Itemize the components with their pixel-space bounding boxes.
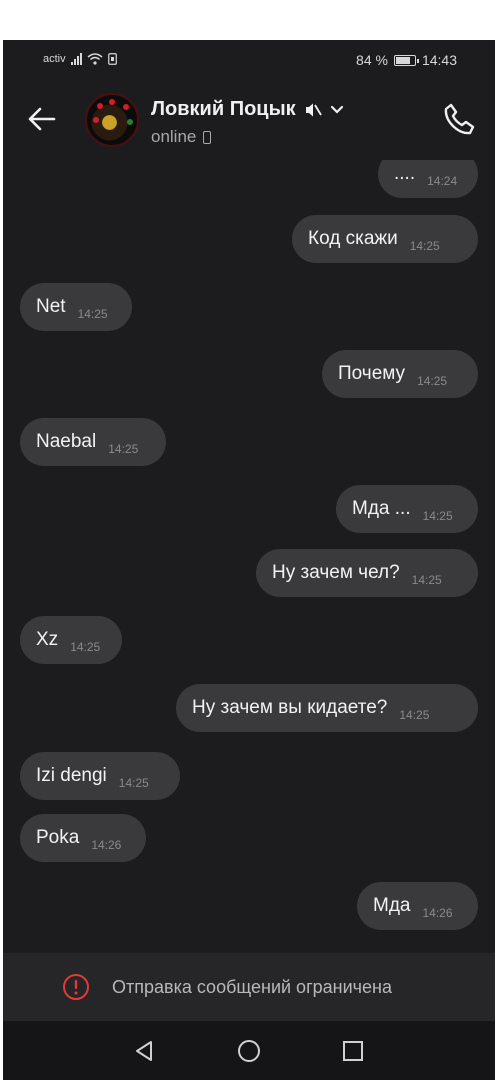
battery-icon — [393, 54, 419, 66]
carrier-label: activ — [43, 53, 66, 65]
incoming-message[interactable]: Naebal 14:25 — [20, 418, 166, 466]
contact-status-row: online — [151, 127, 212, 147]
message-text: Ну зачем вы кидаете? — [192, 697, 388, 718]
back-triangle-icon[interactable] — [131, 1037, 159, 1065]
navigation-bar — [3, 1021, 495, 1080]
message-time: 14:25 — [108, 442, 139, 456]
message-time: 14:25 — [399, 708, 430, 722]
top-white-margin — [0, 0, 498, 40]
sim-icon — [107, 53, 117, 65]
outgoing-message[interactable]: Ну зачем чел? 14:25 — [256, 549, 478, 597]
message-text: Ну зачем чел? — [272, 562, 400, 583]
incoming-message[interactable]: Izi dengi 14:25 — [20, 752, 180, 800]
message-text: Код скажи — [308, 228, 398, 249]
contact-name-row[interactable]: Ловкий Поцык — [151, 98, 344, 121]
chat-header: Ловкий Поцык online — [3, 80, 495, 160]
message-text: Xz — [36, 629, 59, 650]
recents-square-icon[interactable] — [339, 1037, 367, 1065]
status-right: 84 % 14:43 — [356, 52, 457, 68]
message-list[interactable]: .... 14:24 Код скажи 14:25 Net 14:25 Почему 14:… — [3, 160, 495, 953]
incoming-message[interactable]: Net 14:25 — [20, 283, 132, 331]
outgoing-message[interactable]: Мда ... 14:25 — [336, 485, 478, 533]
message-time: 14:25 — [118, 776, 149, 790]
outgoing-message[interactable]: Ну зачем вы кидаете? 14:25 — [176, 684, 478, 732]
outgoing-message[interactable]: Мда 14:26 — [357, 882, 478, 930]
message-time: 14:25 — [417, 374, 448, 388]
message-time: 14:26 — [422, 906, 453, 920]
message-text: .... — [394, 163, 416, 184]
message-time: 14:25 — [409, 239, 440, 253]
chevron-down-icon[interactable] — [330, 105, 344, 115]
clock: 14:43 — [421, 52, 457, 68]
message-text: Почему — [338, 363, 406, 384]
message-text: Naebal — [36, 431, 97, 452]
mobile-device-icon — [203, 130, 212, 144]
battery-fill — [395, 56, 410, 64]
home-circle-icon[interactable] — [235, 1037, 263, 1065]
status-left: activ — [43, 53, 117, 65]
message-time: 14:25 — [70, 640, 101, 654]
message-time: 14:25 — [422, 509, 453, 523]
muted-speaker-icon — [305, 103, 322, 116]
message-text: Мда — [373, 895, 411, 916]
signal-icon — [70, 53, 82, 65]
message-time: 14:24 — [427, 174, 458, 188]
message-time: 14:25 — [411, 573, 442, 587]
message-text: Izi dengi — [36, 765, 107, 786]
message-time: 14:26 — [91, 838, 122, 852]
restriction-text: Отправка сообщений ограничена — [112, 977, 392, 997]
phone-screen: activ 84 % 14:43 Ловкий Поцык online ...… — [3, 40, 495, 1080]
incoming-message[interactable]: Poka 14:26 — [20, 814, 146, 862]
restriction-bar: Отправка сообщений ограничена — [3, 953, 495, 1021]
message-text: Мда ... — [352, 498, 411, 519]
message-text: Net — [36, 296, 66, 317]
battery-percent: 84 % — [356, 52, 388, 68]
outgoing-message[interactable]: .... 14:24 — [378, 160, 478, 198]
back-arrow-icon[interactable] — [25, 102, 59, 136]
warning-circle-icon — [63, 974, 89, 1000]
wifi-icon — [87, 53, 103, 65]
avatar[interactable] — [85, 93, 139, 147]
message-text: Poka — [36, 827, 80, 848]
phone-call-icon[interactable] — [441, 101, 477, 137]
outgoing-message[interactable]: Код скажи 14:25 — [292, 215, 478, 263]
contact-name: Ловкий Поцык — [151, 98, 296, 120]
incoming-message[interactable]: Xz 14:25 — [20, 616, 122, 664]
message-time: 14:25 — [77, 307, 108, 321]
contact-status: online — [151, 127, 197, 146]
outgoing-message[interactable]: Почему 14:25 — [322, 350, 478, 398]
status-bar: activ 84 % 14:43 — [3, 40, 495, 80]
